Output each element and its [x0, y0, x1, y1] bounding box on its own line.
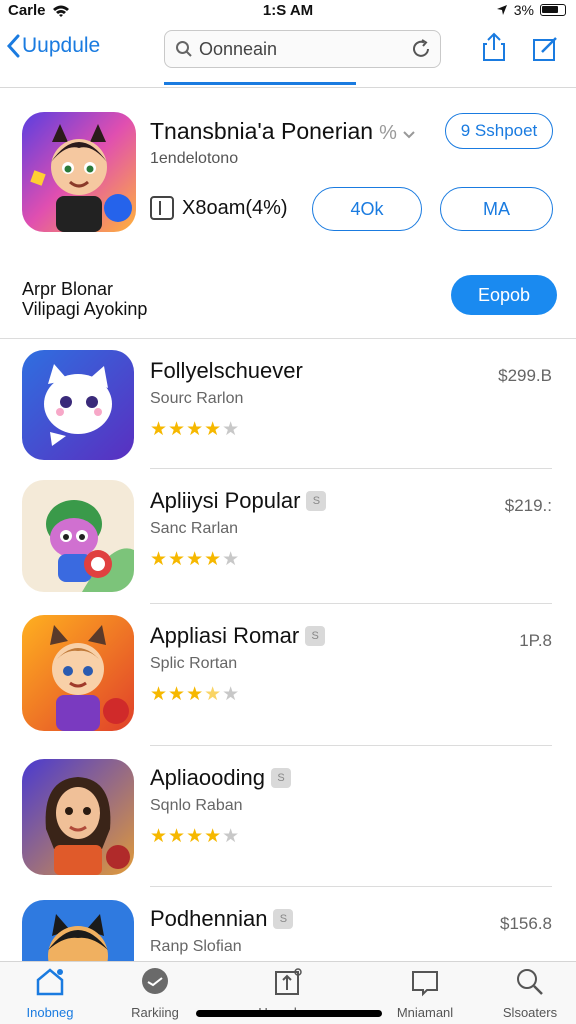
tab-manual[interactable]: Mniamanl — [375, 966, 475, 1020]
app-price[interactable]: $156.8 — [500, 914, 552, 934]
featured-app: Tnansbnia'a Ponerian% 1endelotono X8oam(… — [0, 100, 576, 250]
featured-pill-1[interactable]: 4Ok — [312, 187, 422, 231]
app-name: Appliasi Romar S — [150, 623, 326, 649]
rating-stars: ★★★★★ — [150, 549, 241, 570]
share-icon[interactable] — [482, 32, 506, 62]
location-arrow-icon — [496, 5, 507, 15]
cartoon-woman-icon — [22, 759, 134, 875]
rating-stars: ★★★★★ — [150, 684, 241, 705]
search-input[interactable] — [199, 38, 399, 60]
page-load-progress — [164, 82, 356, 85]
app-price[interactable]: $219.: — [505, 496, 552, 516]
home-indicator[interactable] — [196, 1010, 382, 1017]
app-subtitle: Ranp Slofian — [150, 938, 242, 955]
featured-price: X8oam(4%) — [150, 196, 288, 220]
divider — [150, 468, 552, 469]
robot-character-icon — [22, 480, 134, 592]
app-name-text: Apliaooding — [150, 765, 265, 790]
app-price[interactable]: $299.B — [498, 366, 552, 386]
battery-icon — [540, 4, 566, 16]
divider — [150, 886, 552, 887]
battery-percent: 3% — [513, 2, 534, 18]
status-bar: Carle 1:S AM 3% — [0, 0, 576, 22]
app-name: Apliiysi Popular S — [150, 488, 327, 514]
home-icon — [36, 968, 64, 996]
divider — [150, 603, 552, 604]
app-subtitle: Sqnlo Raban — [150, 797, 243, 814]
featured-app-icon[interactable] — [22, 112, 136, 232]
back-label: Uupdule — [22, 34, 101, 57]
search-icon — [176, 41, 192, 57]
tab-label: Slsoaters — [502, 1005, 558, 1020]
app-icon[interactable] — [22, 759, 134, 875]
nav-bar: Uupdule — [0, 22, 576, 88]
list-item[interactable]: Appliasi Romar S Splic Rortan ★★★★★ 1P.8 — [0, 603, 576, 739]
featured-title-text: Tnansbnia'a Ponerian — [150, 118, 374, 144]
search-icon — [517, 969, 543, 995]
featured-subtitle: 1endelotono — [150, 150, 239, 167]
app-price[interactable]: 1P.8 — [519, 631, 552, 651]
status-time: 1:S AM — [262, 2, 314, 19]
updates-icon — [275, 968, 302, 995]
app-name: Podhennian S — [150, 906, 294, 932]
list-item[interactable]: Apliaooding S Sqnlo Raban ★★★★★ — [0, 745, 576, 881]
chat-icon — [142, 968, 168, 994]
inbox-icon — [412, 971, 438, 997]
reload-icon[interactable] — [410, 38, 432, 60]
app-icon[interactable] — [22, 480, 134, 592]
tab-label: Inobneg — [26, 1005, 74, 1020]
info-badge: S — [306, 491, 327, 511]
section-action-button[interactable]: Eopob — [451, 275, 557, 315]
app-name-text: Apliiysi Popular — [150, 488, 301, 513]
cartoon-boy-icon — [22, 112, 136, 232]
tab-label: Rarkiing — [131, 1005, 179, 1020]
section-header: Arpr Blonar Vilipagi Ayokinp — [22, 279, 147, 319]
info-badge: S — [305, 626, 326, 646]
app-name-text: Appliasi Romar — [150, 623, 300, 648]
app-subtitle: Sanc Rarlan — [150, 520, 239, 537]
tab-label: Mniamanl — [396, 1005, 454, 1020]
featured-pill-2[interactable]: MA — [440, 187, 553, 231]
rating-stars: ★★★★★ — [150, 419, 241, 440]
app-name-text: Podhennian — [150, 906, 268, 931]
device-icon — [150, 196, 174, 220]
list-item[interactable]: Follyelschuever Sourc Rarlon ★★★★★ $299.… — [0, 338, 576, 474]
cat-chat-icon — [22, 350, 134, 460]
search-box[interactable] — [164, 30, 441, 68]
compose-icon[interactable] — [532, 36, 558, 62]
section-title-line1: Arpr Blonar — [22, 279, 114, 299]
featured-title-suffix: % — [379, 122, 397, 144]
featured-price-text: X8oam(4%) — [182, 196, 288, 219]
info-badge: S — [270, 768, 291, 788]
section-title-line2: Vilipagi Ayokinp — [22, 299, 148, 319]
list-item[interactable]: Apliiysi Popular S Sanc Rarlan ★★★★★ $219… — [0, 468, 576, 604]
app-name-text: Follyelschuever — [150, 358, 303, 383]
app-icon[interactable] — [22, 350, 134, 460]
back-button[interactable]: Uupdule — [6, 34, 100, 58]
cartoon-girl-icon — [22, 615, 134, 731]
app-name: Apliaooding S — [150, 765, 291, 791]
tab-search[interactable]: Slsoaters — [480, 966, 576, 1020]
rating-stars: ★★★★★ — [150, 826, 241, 847]
tab-ranking[interactable]: Rarkiing — [105, 966, 205, 1020]
featured-title[interactable]: Tnansbnia'a Ponerian% — [150, 118, 415, 145]
featured-action-button[interactable]: 9 Sshpoet — [445, 113, 553, 149]
app-subtitle: Sourc Rarlon — [150, 390, 244, 407]
app-subtitle: Splic Rortan — [150, 655, 238, 672]
status-right-group: 3% — [496, 2, 566, 18]
tab-home[interactable]: Inobneg — [0, 966, 100, 1020]
divider — [150, 745, 552, 746]
divider — [0, 338, 576, 339]
info-badge: S — [273, 909, 294, 929]
app-icon[interactable] — [22, 615, 134, 731]
app-name: Follyelschuever — [150, 358, 303, 384]
chevron-down-icon[interactable] — [403, 131, 415, 139]
chevron-left-icon — [6, 34, 20, 58]
